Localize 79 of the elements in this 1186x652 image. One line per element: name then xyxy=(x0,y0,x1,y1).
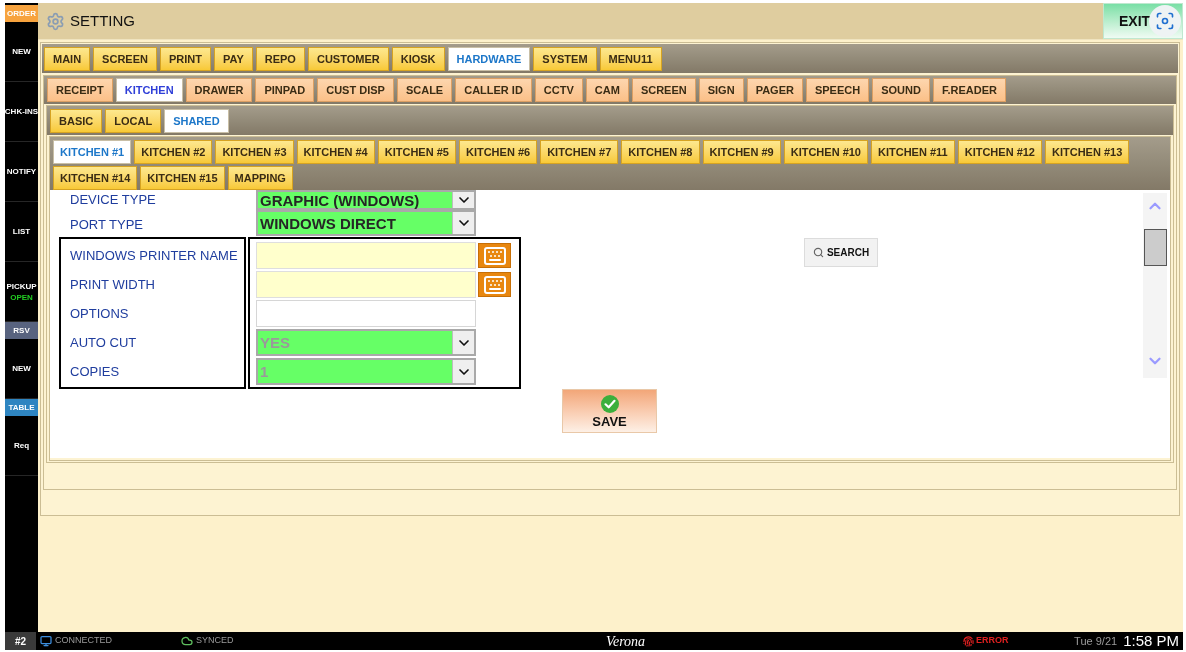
text-input[interactable] xyxy=(256,300,476,327)
tab[interactable]: KITCHEN #1 xyxy=(53,140,132,164)
tab[interactable]: KITCHEN #14 xyxy=(53,166,138,190)
tab[interactable]: BASIC xyxy=(50,109,103,133)
tab[interactable]: RECEIPT xyxy=(47,78,113,102)
scrollbar-thumb[interactable] xyxy=(1143,229,1167,266)
monitor-icon xyxy=(40,635,52,647)
scrollbar[interactable] xyxy=(1143,193,1167,378)
tab[interactable]: CAM xyxy=(585,78,629,102)
search-button[interactable]: SEARCH xyxy=(804,238,878,267)
gear-icon xyxy=(46,11,65,31)
tab[interactable]: SCREEN xyxy=(631,78,696,102)
cloud-icon xyxy=(181,635,193,647)
tab[interactable]: KITCHEN xyxy=(115,78,183,102)
tab[interactable]: SIGN xyxy=(698,78,744,102)
tab[interactable]: SOUND xyxy=(872,78,930,102)
field-label: WINDOWS PRINTER NAME xyxy=(69,246,238,265)
search-icon xyxy=(812,247,824,258)
tab[interactable]: SPEECH xyxy=(805,78,870,102)
sync-status: SYNCED xyxy=(196,634,234,648)
location-name: Verona xyxy=(605,632,646,651)
keyboard-button[interactable] xyxy=(478,243,511,268)
text-input[interactable] xyxy=(256,271,476,298)
tab[interactable]: SCREEN xyxy=(93,47,157,71)
field-label: PORT TYPE xyxy=(69,216,144,234)
tab[interactable]: KIOSK xyxy=(391,47,445,71)
tab[interactable]: KITCHEN #2 xyxy=(134,140,213,164)
tab[interactable]: LOCAL xyxy=(105,109,162,133)
save-button[interactable]: SAVE xyxy=(562,389,657,433)
tab[interactable]: KITCHEN #10 xyxy=(783,140,868,164)
tab[interactable]: DRAWER xyxy=(185,78,253,102)
check-circle-icon xyxy=(600,394,619,413)
tab[interactable]: KITCHEN #8 xyxy=(621,140,700,164)
tab[interactable]: MENU11 xyxy=(599,47,662,71)
tab[interactable]: PINPAD xyxy=(255,78,315,102)
field-label: COPIES xyxy=(69,362,120,381)
tab[interactable]: CALLER ID xyxy=(455,78,532,102)
sidebar-item[interactable]: TABLE xyxy=(5,399,38,416)
tab[interactable]: KITCHEN #11 xyxy=(871,140,955,164)
tab[interactable]: CUST DISP xyxy=(317,78,394,102)
error-status: ERROR xyxy=(976,634,1009,648)
dropdown[interactable]: GRAPHIC (WINDOWS) xyxy=(256,190,476,210)
tab[interactable]: KITCHEN #6 xyxy=(458,140,538,164)
connection-status: CONNECTED xyxy=(55,634,112,648)
field-label: AUTO CUT xyxy=(69,333,137,352)
tab[interactable]: KITCHEN #13 xyxy=(1045,140,1130,164)
tab[interactable]: PAGER xyxy=(746,78,803,102)
tab[interactable]: CUSTOMER xyxy=(307,47,389,71)
sidebar-item[interactable]: RSV xyxy=(5,322,38,339)
tab[interactable]: KITCHEN #12 xyxy=(957,140,1042,164)
tab[interactable]: KITCHEN #15 xyxy=(140,166,225,190)
time-text: 1:58 PM xyxy=(1123,630,1179,651)
keyboard-button[interactable] xyxy=(478,272,511,297)
tab[interactable]: PRINT xyxy=(159,47,211,71)
field-label: OPTIONS xyxy=(69,304,129,323)
tab[interactable]: REPO xyxy=(255,47,305,71)
tab[interactable]: KITCHEN #3 xyxy=(215,140,294,164)
tab[interactable]: SCALE xyxy=(396,78,453,102)
tab[interactable]: MAIN xyxy=(44,47,91,71)
text-input[interactable] xyxy=(256,242,476,269)
tab[interactable]: KITCHEN #9 xyxy=(702,140,781,164)
tab[interactable]: F.READER xyxy=(932,78,1006,102)
tab[interactable]: MAPPING xyxy=(227,166,293,190)
field-label: PRINT WIDTH xyxy=(69,275,155,294)
tab[interactable]: KITCHEN #5 xyxy=(377,140,456,164)
tab[interactable]: SHARED xyxy=(164,109,229,133)
tab[interactable]: HARDWARE xyxy=(447,47,531,71)
tab[interactable]: CCTV xyxy=(534,78,583,102)
status-text: OPEN xyxy=(10,291,33,303)
fingerprint-icon xyxy=(963,635,974,647)
tab[interactable]: KITCHEN #7 xyxy=(540,140,619,164)
tab[interactable]: KITCHEN #4 xyxy=(296,140,375,164)
field-label: DEVICE TYPE xyxy=(69,191,157,210)
date-text: Tue 9/21 xyxy=(1074,633,1118,649)
page-title: SETTING xyxy=(70,10,135,31)
tab[interactable]: PAY xyxy=(213,47,253,71)
station-label: #2 xyxy=(5,632,36,650)
dropdown[interactable]: WINDOWS DIRECT xyxy=(256,210,476,236)
tab[interactable]: SYSTEM xyxy=(533,47,597,71)
